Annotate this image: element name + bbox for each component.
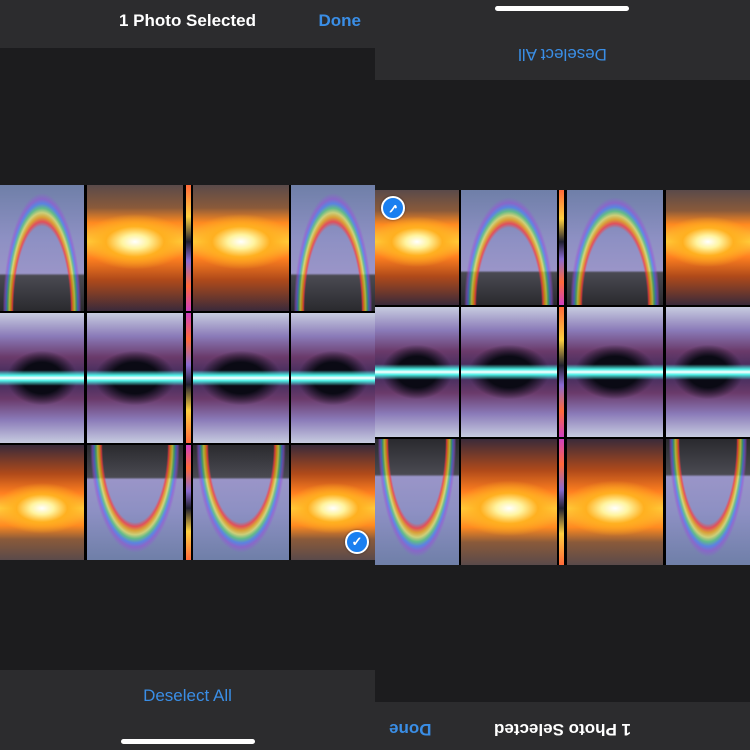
done-button-rotated[interactable]: Done [389, 708, 432, 750]
top-bar: 1 Photo Selected Done [0, 0, 375, 48]
photo-rainbow-mirrored[interactable] [375, 439, 459, 565]
deselect-all-button[interactable]: Deselect All [0, 686, 375, 706]
top-bar-rotated: 1 Photo Selected Done [375, 702, 750, 750]
photo-picker-screen: 1 Photo Selected Done ✓ Deselect All [0, 0, 375, 750]
photo-sunset-image [87, 185, 183, 311]
photo-rainbow-mirrored-image [375, 439, 459, 565]
photo-neon-split[interactable] [87, 313, 183, 443]
photo-neon[interactable] [0, 313, 84, 443]
photo-rainbow-flipped[interactable] [87, 445, 183, 560]
photo-neon-mirrored-image [375, 307, 459, 437]
photo-neon[interactable] [666, 307, 750, 437]
photo-neon-mirrored[interactable] [291, 313, 375, 443]
home-indicator [121, 739, 255, 744]
photo-neon-split-mirrored[interactable] [193, 313, 289, 443]
photo-strip-flipped-image [559, 190, 564, 305]
photo-rainbow-mirrored-image [291, 185, 375, 311]
photo-neon-image [0, 313, 84, 443]
deselect-all-button-rotated[interactable]: Deselect All [375, 44, 750, 64]
photo-sunset-image [567, 439, 663, 565]
photo-picker-screen-rotated: 1 Photo Selected Done ✓ Deselect All [375, 0, 750, 750]
photo-neon-split-mirrored-image [193, 313, 289, 443]
photo-rainbow[interactable] [0, 185, 84, 311]
photo-strip[interactable] [559, 439, 564, 565]
photo-strip-flipped[interactable] [186, 445, 191, 560]
photo-sunset-mirrored[interactable] [193, 185, 289, 311]
photo-sunset-flipped-image [666, 190, 750, 305]
bottom-bar-rotated: Deselect All [375, 0, 750, 80]
checkmark-circle-icon: ✓ [381, 196, 405, 220]
photo-sunset-mirrored-image [193, 185, 289, 311]
photo-sunset-selected[interactable]: ✓ [375, 190, 459, 305]
photo-sunset-flipped[interactable] [0, 445, 84, 560]
photo-rainbow-image [666, 439, 750, 565]
photo-grid-rotated: ✓ [375, 190, 750, 565]
photo-strip-dark-image [186, 313, 191, 443]
photo-sunset-flipped[interactable] [666, 190, 750, 305]
photo-sunset[interactable] [87, 185, 183, 311]
photo-rainbow-image [0, 185, 84, 311]
photo-sunset-flipped-image [0, 445, 84, 560]
photo-neon-image [666, 307, 750, 437]
photo-rainbow-flipped-image [567, 190, 663, 305]
photo-neon-split-image [87, 313, 183, 443]
done-button[interactable]: Done [319, 0, 362, 42]
photo-neon-split-mirrored[interactable] [461, 307, 557, 437]
photo-neon-split[interactable] [567, 307, 663, 437]
photo-strip-dark[interactable] [186, 313, 191, 443]
photo-neon-mirrored[interactable] [375, 307, 459, 437]
photo-neon-mirrored-image [291, 313, 375, 443]
photo-strip-flipped-image [186, 445, 191, 560]
photo-rainbow[interactable] [666, 439, 750, 565]
photo-neon-split-image [567, 307, 663, 437]
photo-rainbow-flipped-mirrored-image [193, 445, 289, 560]
photo-strip-image [559, 439, 564, 565]
photo-rainbow-mirrored[interactable] [291, 185, 375, 311]
photo-sunset-selected[interactable]: ✓ [291, 445, 375, 560]
photo-strip-dark-image [559, 307, 564, 437]
photo-sunset-mirrored-image [461, 439, 557, 565]
photo-strip-flipped[interactable] [559, 190, 564, 305]
photo-rainbow-flipped-mirrored[interactable] [461, 190, 557, 305]
photo-strip[interactable] [186, 185, 191, 311]
photo-rainbow-flipped-mirrored[interactable] [193, 445, 289, 560]
bottom-bar: Deselect All [0, 670, 375, 750]
photo-strip-dark[interactable] [559, 307, 564, 437]
photo-strip-image [186, 185, 191, 311]
photo-rainbow-flipped[interactable] [567, 190, 663, 305]
photo-neon-split-mirrored-image [461, 307, 557, 437]
photo-sunset[interactable] [567, 439, 663, 565]
photo-sunset-mirrored[interactable] [461, 439, 557, 565]
checkmark-circle-icon: ✓ [345, 530, 369, 554]
photo-grid: ✓ [0, 185, 375, 560]
photo-rainbow-flipped-image [87, 445, 183, 560]
home-indicator-rotated [495, 6, 629, 11]
photo-rainbow-flipped-mirrored-image [461, 190, 557, 305]
